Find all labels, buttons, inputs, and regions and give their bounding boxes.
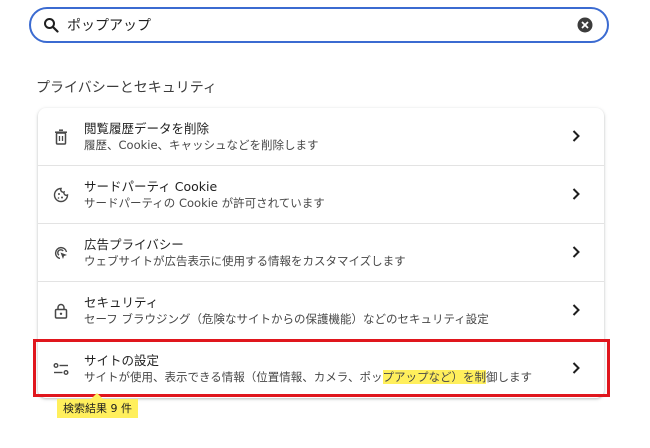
search-highlight: プアップなど）を制 xyxy=(382,370,487,384)
search-input[interactable] xyxy=(67,17,577,33)
search-box[interactable] xyxy=(29,7,609,43)
clear-search-icon[interactable] xyxy=(577,16,595,34)
site-settings-item[interactable]: サイトの設定 サイトが使用、表示できる情報（位置情報、カメラ、ポップアップなど）… xyxy=(38,340,604,397)
item-subtitle: セーフ ブラウジング（危険なサイトからの保護機能）などのセキュリティ設定 xyxy=(84,312,489,326)
settings-card: 閲覧履歴データを削除 履歴、Cookie、キャッシュなどを削除します サードパー… xyxy=(38,108,604,398)
chevron-right-icon xyxy=(572,302,582,318)
item-subtitle: 履歴、Cookie、キャッシュなどを削除します xyxy=(84,138,319,152)
chevron-right-icon xyxy=(572,360,582,376)
clear-browsing-data-item[interactable]: 閲覧履歴データを削除 履歴、Cookie、キャッシュなどを削除します xyxy=(38,108,604,165)
chevron-right-icon xyxy=(572,244,582,260)
subtitle-text-before: サイトが使用、表示できる情報（位置情報、カメラ、ポッ xyxy=(84,370,383,384)
security-item[interactable]: セキュリティ セーフ ブラウジング（危険なサイトからの保護機能）などのセキュリテ… xyxy=(38,282,604,339)
trash-icon xyxy=(52,128,70,146)
cookie-icon xyxy=(52,186,70,204)
section-title: プライバシーとセキュリティ xyxy=(36,80,217,96)
tune-icon xyxy=(52,360,70,378)
item-title: サードパーティ Cookie xyxy=(84,179,218,194)
chevron-right-icon xyxy=(572,128,582,144)
lock-icon xyxy=(52,302,70,320)
third-party-cookie-item[interactable]: サードパーティ Cookie サードパーティの Cookie が許可されています xyxy=(38,166,604,223)
item-title: セキュリティ xyxy=(84,295,159,310)
item-subtitle: サイトが使用、表示できる情報（位置情報、カメラ、ポップアップなど）を制御します xyxy=(84,369,532,386)
ad-privacy-item[interactable]: 広告プライバシー ウェブサイトが広告表示に使用する情報をカスタマイズします xyxy=(38,224,604,281)
search-icon xyxy=(43,16,61,34)
chevron-right-icon xyxy=(572,186,582,202)
item-subtitle: サードパーティの Cookie が許可されています xyxy=(84,196,325,210)
ad-privacy-icon xyxy=(52,244,70,262)
item-title: サイトの設定 xyxy=(84,353,160,368)
item-title: 閲覧履歴データを削除 xyxy=(84,121,210,136)
item-subtitle: ウェブサイトが広告表示に使用する情報をカスタマイズします xyxy=(84,254,406,268)
search-results-badge: 検索結果 9 件 xyxy=(57,393,138,418)
item-title: 広告プライバシー xyxy=(84,237,184,252)
subtitle-text-after: 御します xyxy=(486,370,533,384)
